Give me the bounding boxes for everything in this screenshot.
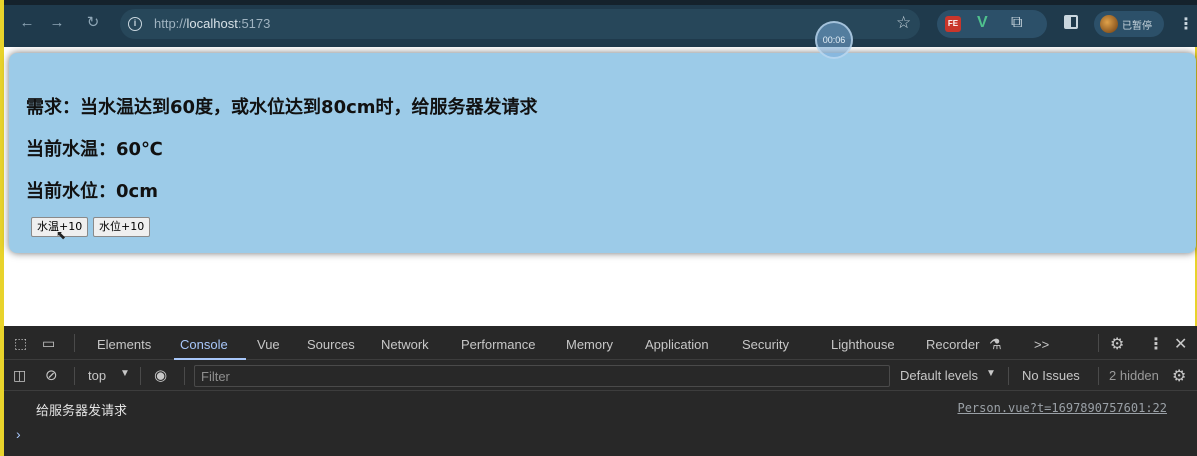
forward-icon[interactable]: → xyxy=(48,14,66,32)
water-heater-card: 需求：当水温达到60度，或水位达到80cm时，给服务器发请求 当前水温：60℃ … xyxy=(9,53,1196,253)
toolbar-divider xyxy=(184,367,185,385)
tab-sources[interactable]: Sources xyxy=(307,337,355,352)
toolbar-divider xyxy=(1098,334,1099,352)
toolbar-divider xyxy=(140,367,141,385)
current-water-level: 当前水位：0cm xyxy=(26,181,158,202)
tab-security[interactable]: Security xyxy=(742,337,789,352)
browser-menu-icon[interactable]: ⋮ xyxy=(1178,14,1194,34)
console-log-row: 给服务器发请求 Person.vue?t=1697890757601:22 xyxy=(4,392,1197,422)
reload-icon[interactable]: ↻ xyxy=(84,14,102,32)
tab-memory[interactable]: Memory xyxy=(566,337,613,352)
mouse-cursor-icon: ⬉ xyxy=(56,228,67,242)
device-toolbar-icon[interactable]: ▭ xyxy=(42,335,55,352)
browser-toolbar: ← → ↻ i http://localhost:5173 ☆ FE V ⧉ 已… xyxy=(0,0,1197,47)
console-settings-icon[interactable]: ⚙ xyxy=(1172,366,1186,386)
settings-gear-icon[interactable]: ⚙ xyxy=(1110,334,1124,354)
vue-devtools-icon[interactable]: V xyxy=(977,14,988,32)
tab-network[interactable]: Network xyxy=(381,337,429,352)
devtools-panel: ⬚ ▭ Elements Console Vue Sources Network… xyxy=(0,326,1197,456)
eye-icon[interactable]: ◉ xyxy=(154,366,167,384)
chevron-down-icon[interactable]: ▼ xyxy=(120,368,130,379)
site-info-icon[interactable]: i xyxy=(128,17,142,31)
console-filter-input[interactable]: Filter xyxy=(194,365,890,387)
context-selector[interactable]: top xyxy=(88,368,106,383)
profile-status: 已暂停 xyxy=(1122,21,1152,32)
fe-extension-icon[interactable]: FE xyxy=(945,16,961,32)
tab-recorder[interactable]: Recorder xyxy=(926,337,979,352)
toolbar-divider xyxy=(1008,367,1009,385)
extensions-puzzle-icon[interactable]: ⧉ xyxy=(1011,14,1022,32)
tab-vue[interactable]: Vue xyxy=(257,337,280,352)
clear-console-icon[interactable]: ⊘ xyxy=(45,366,58,384)
toolbar-divider xyxy=(74,367,75,385)
toolbar-divider xyxy=(1098,367,1099,385)
extensions-group: FE V ⧉ xyxy=(937,10,1047,38)
filter-placeholder: Filter xyxy=(201,369,230,384)
side-panel-icon[interactable] xyxy=(1064,15,1078,29)
avatar xyxy=(1100,15,1118,33)
bookmark-star-icon[interactable]: ☆ xyxy=(896,13,911,33)
url-port: :5173 xyxy=(237,16,271,31)
tab-elements[interactable]: Elements xyxy=(97,337,151,352)
log-source-link[interactable]: Person.vue?t=1697890757601:22 xyxy=(957,401,1167,415)
tab-console[interactable]: Console xyxy=(180,337,228,352)
url-host: localhost xyxy=(186,16,238,31)
log-levels-dropdown[interactable]: Default levels xyxy=(900,368,978,383)
devtools-tabbar: ⬚ ▭ Elements Console Vue Sources Network… xyxy=(4,326,1197,360)
page-viewport: 需求：当水温达到60度，或水位达到80cm时，给服务器发请求 当前水温：60℃ … xyxy=(0,47,1197,326)
requirement-heading: 需求：当水温达到60度，或水位达到80cm时，给服务器发请求 xyxy=(26,97,538,118)
log-message: 给服务器发请求 xyxy=(36,404,128,419)
flask-icon: ⚗ xyxy=(989,336,1002,352)
console-toolbar: ◫ ⊘ top ▼ ◉ Filter Default levels ▼ No I… xyxy=(4,361,1197,391)
chevron-down-icon[interactable]: ▼ xyxy=(986,368,996,379)
current-temperature: 当前水温：60℃ xyxy=(26,139,163,160)
tab-lighthouse[interactable]: Lighthouse xyxy=(831,337,895,352)
devtools-menu-icon[interactable]: ⋮ xyxy=(1148,334,1164,354)
tab-strip xyxy=(4,0,1197,5)
profile-button[interactable]: 已暂停 xyxy=(1094,11,1164,37)
more-tabs-button[interactable]: >> xyxy=(1034,337,1049,352)
recording-timer: 00:06 xyxy=(815,21,853,59)
inspect-element-icon[interactable]: ⬚ xyxy=(14,335,27,352)
tab-performance[interactable]: Performance xyxy=(461,337,535,352)
issues-counter[interactable]: No Issues xyxy=(1022,368,1080,383)
close-devtools-icon[interactable]: ✕ xyxy=(1174,334,1187,354)
url-text[interactable]: http://localhost:5173 xyxy=(154,16,270,31)
console-prompt-icon[interactable]: › xyxy=(16,426,21,442)
sidebar-toggle-icon[interactable]: ◫ xyxy=(13,367,26,384)
active-tab-indicator xyxy=(174,358,246,360)
tab-application[interactable]: Application xyxy=(645,337,709,352)
hidden-count: 2 hidden xyxy=(1109,368,1159,383)
toolbar-divider xyxy=(74,334,75,352)
address-bar[interactable]: i http://localhost:5173 xyxy=(120,9,920,39)
url-scheme: http:// xyxy=(154,16,187,31)
level-plus-10-button[interactable]: 水位+10 xyxy=(93,217,151,237)
back-icon[interactable]: ← xyxy=(18,14,36,32)
